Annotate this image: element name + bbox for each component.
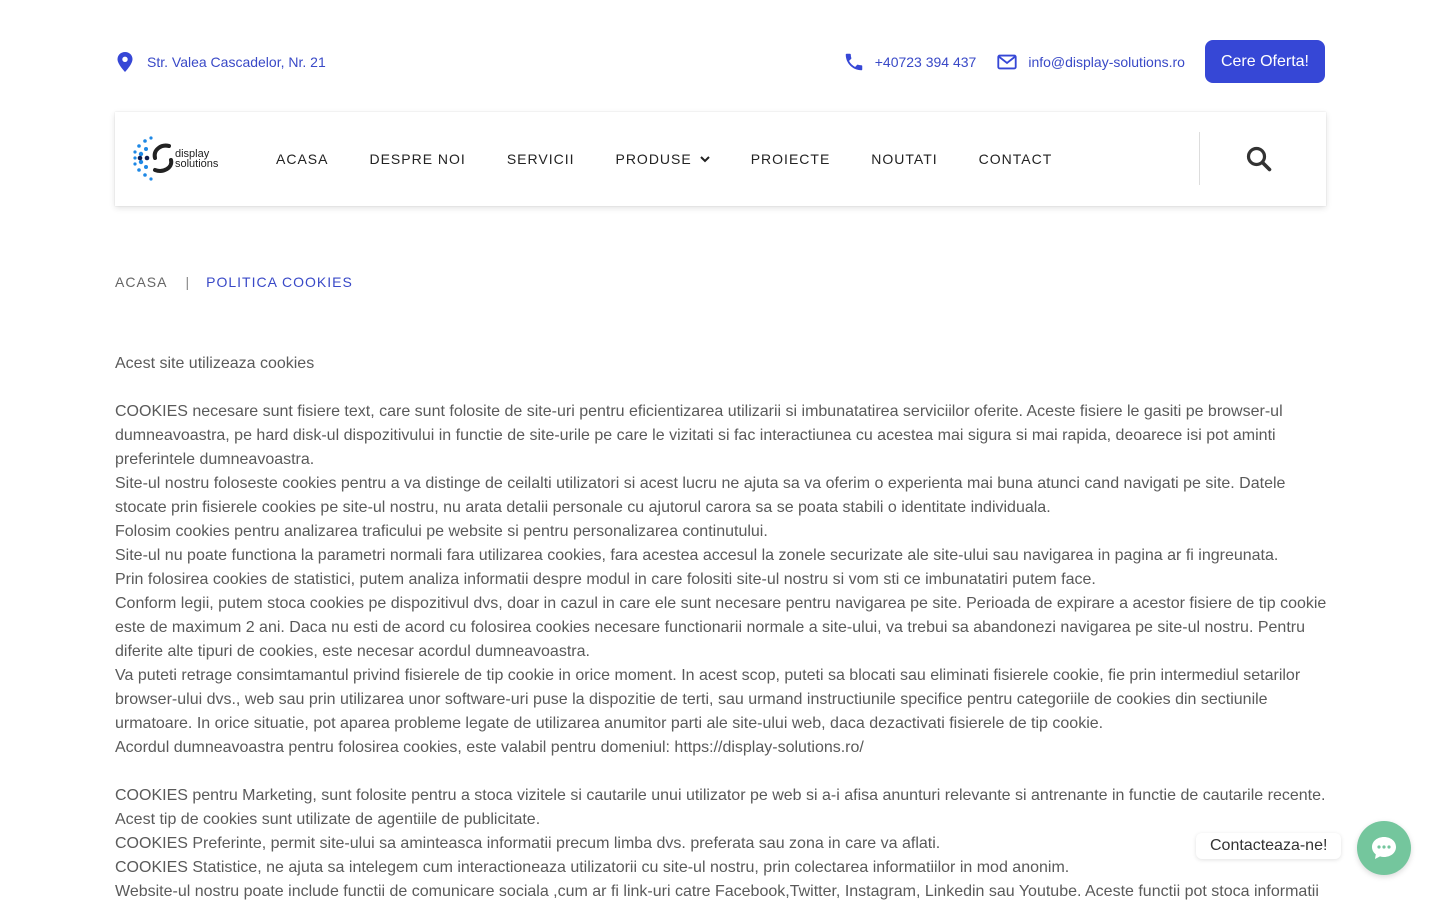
address-text: Str. Valea Cascadelor, Nr. 21 <box>147 54 326 70</box>
phone-link[interactable]: +40723 394 437 <box>843 51 977 73</box>
phone-icon <box>845 53 862 70</box>
chevron-down-icon <box>700 156 710 163</box>
map-pin-icon <box>117 52 133 72</box>
nav-item-servicii[interactable]: SERVICII <box>507 151 575 167</box>
top-bar: Str. Valea Cascadelor, Nr. 21 +40723 394… <box>115 40 1325 83</box>
content-paragraph: Site-ul nostru foloseste cookies pentru … <box>115 475 1286 516</box>
search-icon <box>1246 146 1272 172</box>
nav-item-contact[interactable]: CONTACT <box>979 151 1053 167</box>
content-paragraph: Website-ul nostru poate include functii … <box>115 883 1319 900</box>
chat-bubble-icon <box>1372 837 1396 859</box>
request-offer-button[interactable]: Cere Oferta! <box>1204 40 1325 83</box>
content-paragraph: COOKIES Statistice, ne ajuta sa intelege… <box>115 859 1070 876</box>
breadcrumb-current: POLITICA COOKIES <box>206 274 353 290</box>
nav-item-noutati[interactable]: NOUTATI <box>871 151 937 167</box>
site-logo[interactable]: display solutions <box>131 132 227 186</box>
logo-icon: display solutions <box>133 136 219 181</box>
envelope-icon <box>997 54 1017 69</box>
chat-label[interactable]: Contacteaza-ne! <box>1196 833 1342 859</box>
content-paragraph: COOKIES Preferinte, permit site-ului sa … <box>115 835 941 852</box>
content-paragraph: Conform legii, putem stoca cookies pe di… <box>115 595 1327 660</box>
chat-button[interactable] <box>1357 821 1411 875</box>
search-button[interactable] <box>1245 145 1273 173</box>
breadcrumb-home[interactable]: ACASA <box>115 274 167 290</box>
content-paragraph: Va puteti retrage consimtamantul privind… <box>115 667 1301 732</box>
content-paragraph: COOKIES pentru Marketing, sunt folosite … <box>115 787 1326 828</box>
content-paragraph: Acordul dumneavoastra pentru folosirea c… <box>115 739 864 756</box>
nav-item-acasa[interactable]: ACASA <box>276 151 328 167</box>
phone-text: +40723 394 437 <box>874 53 977 70</box>
nav-item-proiecte[interactable]: PROIECTE <box>751 151 831 167</box>
main-navigation: display solutions ACASA DESPRE NOI SERVI… <box>115 112 1326 206</box>
breadcrumb-separator: | <box>185 274 191 290</box>
cookie-policy-content: Acest site utilizeaza cookies COOKIES ne… <box>115 352 1330 900</box>
logo-text-line2: solutions <box>175 158 219 170</box>
address: Str. Valea Cascadelor, Nr. 21 <box>115 51 326 73</box>
nav-item-despre-noi[interactable]: DESPRE NOI <box>369 151 465 167</box>
nav-item-produse[interactable]: PRODUSE <box>615 151 710 167</box>
nav-divider <box>1199 132 1200 185</box>
content-paragraph: Site-ul nu poate functiona la parametri … <box>115 547 1279 564</box>
nav-menu: ACASA DESPRE NOI SERVICII PRODUSE PROIEC… <box>276 112 1093 206</box>
nav-item-produse-label: PRODUSE <box>615 151 692 167</box>
content-paragraph: COOKIES necesare sunt fisiere text, care… <box>115 403 1283 468</box>
content-paragraph: Acest site utilizeaza cookies <box>115 355 315 372</box>
content-paragraph: Folosim cookies pentru analizarea trafic… <box>115 523 768 540</box>
email-text: info@display-solutions.ro <box>1028 53 1185 70</box>
email-link[interactable]: info@display-solutions.ro <box>996 51 1185 73</box>
content-paragraph: Prin folosirea cookies de statistici, pu… <box>115 571 1096 588</box>
breadcrumb: ACASA | POLITICA COOKIES <box>115 274 353 290</box>
